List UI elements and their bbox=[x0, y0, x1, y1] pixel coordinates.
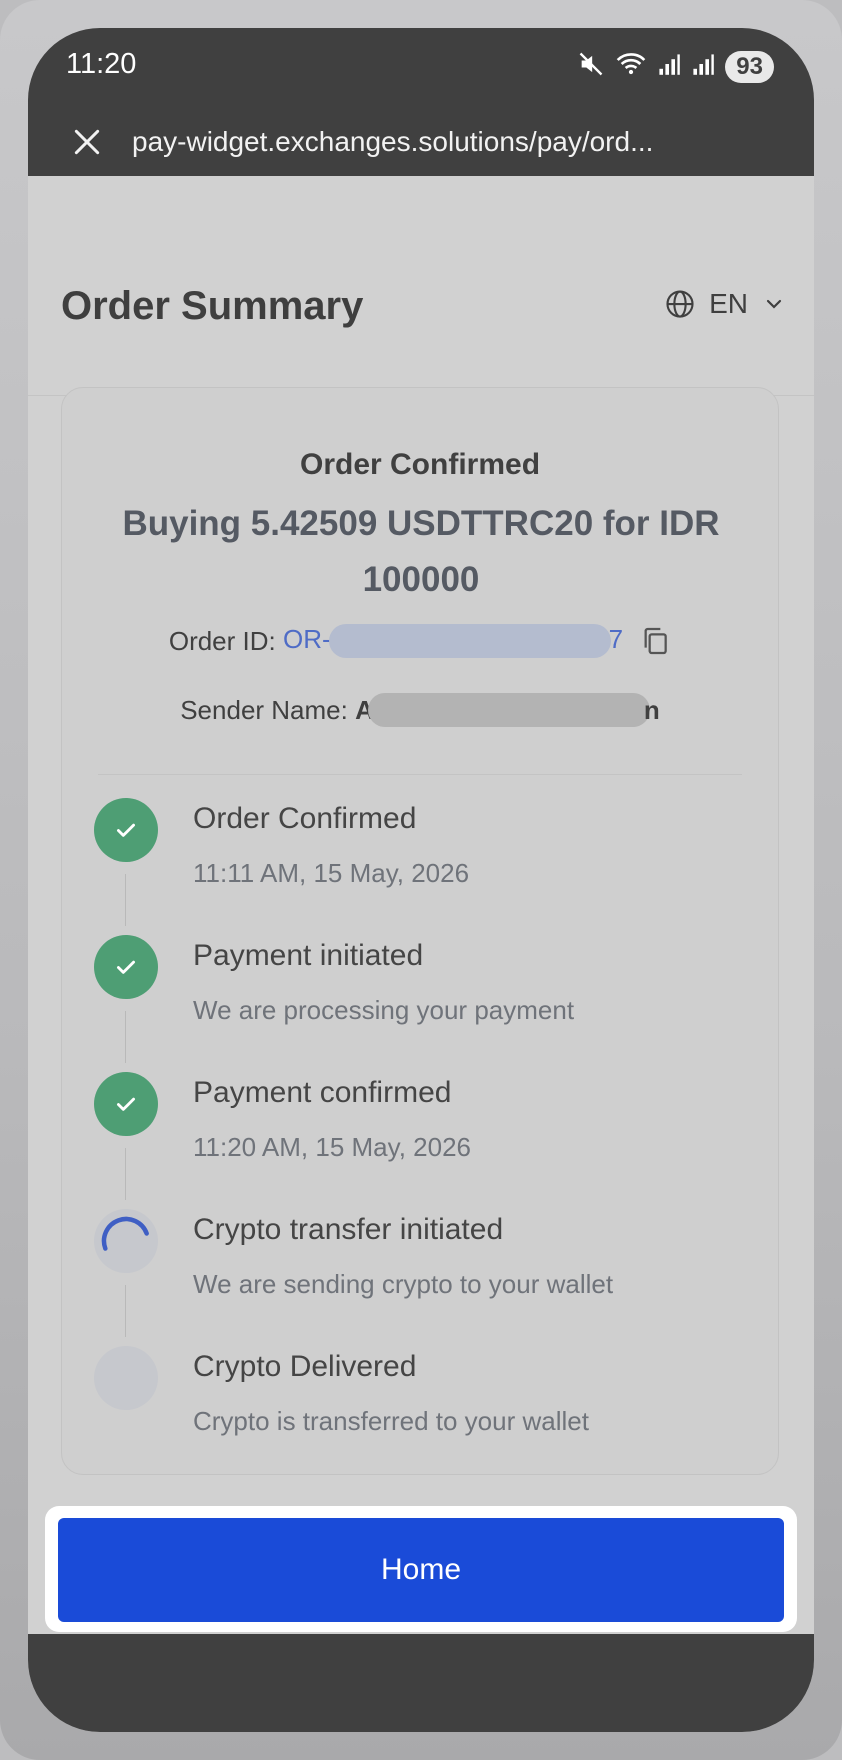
wifi-icon bbox=[615, 50, 647, 83]
order-id-label: Order ID: bbox=[168, 625, 276, 656]
step-status-pending bbox=[94, 1346, 158, 1410]
status-icons: 93 bbox=[577, 50, 774, 83]
chevron-down-icon bbox=[766, 299, 782, 309]
timeline-step-payment-confirmed: Payment confirmed 11:20 AM, 15 May, 2026 bbox=[62, 1072, 778, 1209]
timeline-step-order-confirmed: Order Confirmed 11:11 AM, 15 May, 2026 bbox=[62, 798, 778, 935]
spinner-icon bbox=[101, 1216, 149, 1251]
order-id-row: Order ID: OR- 7 bbox=[62, 624, 778, 659]
status-time: 11:20 bbox=[66, 48, 137, 80]
home-button[interactable]: Home bbox=[58, 1518, 784, 1622]
sender-row: Sender Name: An bbox=[62, 693, 778, 727]
home-button-container: Home bbox=[45, 1506, 797, 1632]
check-icon bbox=[117, 1097, 135, 1111]
step-status-done bbox=[94, 798, 158, 862]
step-title: Payment confirmed bbox=[193, 1076, 452, 1109]
check-icon bbox=[117, 960, 135, 974]
phone-screen: 11:20 93 pay-widget.exchanges.solutions/… bbox=[28, 28, 814, 1732]
step-title: Crypto Delivered bbox=[193, 1350, 417, 1383]
globe-icon bbox=[666, 290, 694, 318]
timeline-connector bbox=[125, 1285, 126, 1337]
copy-icon[interactable] bbox=[639, 625, 671, 657]
order-summary-text: Buying 5.42509 USDTTRC20 for IDR 100000 bbox=[122, 504, 720, 599]
mute-icon bbox=[577, 50, 605, 83]
step-title: Payment initiated bbox=[193, 939, 424, 972]
order-id-prefix: OR- bbox=[283, 624, 331, 654]
redacted-sender-name bbox=[367, 693, 650, 727]
signal-icon bbox=[657, 51, 681, 82]
url-bar: pay-widget.exchanges.solutions/pay/ord..… bbox=[28, 108, 814, 176]
browser-top-bar: 11:20 93 pay-widget.exchanges.solutions/… bbox=[28, 28, 814, 176]
sender-label: Sender Name: bbox=[180, 694, 348, 725]
step-subtitle: We are processing your payment bbox=[193, 995, 575, 1025]
order-id-suffix: 7 bbox=[608, 624, 624, 654]
sender-suffix: n bbox=[643, 694, 660, 725]
timeline-step-crypto-delivered: Crypto Delivered Crypto is transferred t… bbox=[62, 1346, 778, 1483]
order-status-title: Order Confirmed bbox=[299, 448, 541, 481]
close-icon bbox=[74, 129, 100, 155]
step-status-in-progress bbox=[94, 1209, 158, 1273]
language-label: EN bbox=[709, 288, 748, 319]
step-subtitle: 11:20 AM, 15 May, 2026 bbox=[193, 1132, 471, 1162]
timeline-step-payment-initiated: Payment initiated We are processing your… bbox=[62, 935, 778, 1072]
order-id-value[interactable]: OR- 7 bbox=[283, 624, 624, 659]
timeline-connector bbox=[125, 1148, 126, 1200]
url-text[interactable]: pay-widget.exchanges.solutions/pay/ord..… bbox=[132, 126, 653, 158]
timeline-connector bbox=[125, 874, 126, 926]
battery-indicator: 93 bbox=[725, 50, 774, 83]
page-header: Order Summary EN bbox=[28, 176, 814, 396]
close-button[interactable] bbox=[58, 113, 116, 171]
bottom-nav-bar bbox=[28, 1634, 814, 1732]
timeline-connector bbox=[125, 1011, 126, 1063]
timeline-step-crypto-transfer: Crypto transfer initiated We are sending… bbox=[62, 1209, 778, 1346]
step-subtitle: Crypto is transferred to your wallet bbox=[193, 1406, 589, 1436]
language-selector[interactable]: EN bbox=[665, 288, 786, 320]
order-card: Order Confirmed Buying 5.42509 USDTTRC20… bbox=[61, 387, 779, 1475]
signal-icon-2 bbox=[691, 51, 715, 82]
step-subtitle: We are sending crypto to your wallet bbox=[193, 1269, 614, 1299]
page-title: Order Summary bbox=[61, 284, 364, 328]
redacted-order-id bbox=[328, 624, 611, 659]
step-status-done bbox=[94, 935, 158, 999]
step-subtitle: 11:11 AM, 15 May, 2026 bbox=[193, 858, 470, 888]
step-title: Order Confirmed bbox=[193, 802, 417, 835]
step-title: Crypto transfer initiated bbox=[193, 1213, 504, 1246]
divider bbox=[98, 774, 742, 775]
check-icon bbox=[117, 823, 135, 837]
step-status-done bbox=[94, 1072, 158, 1136]
device-frame: 11:20 93 pay-widget.exchanges.solutions/… bbox=[0, 0, 842, 1760]
